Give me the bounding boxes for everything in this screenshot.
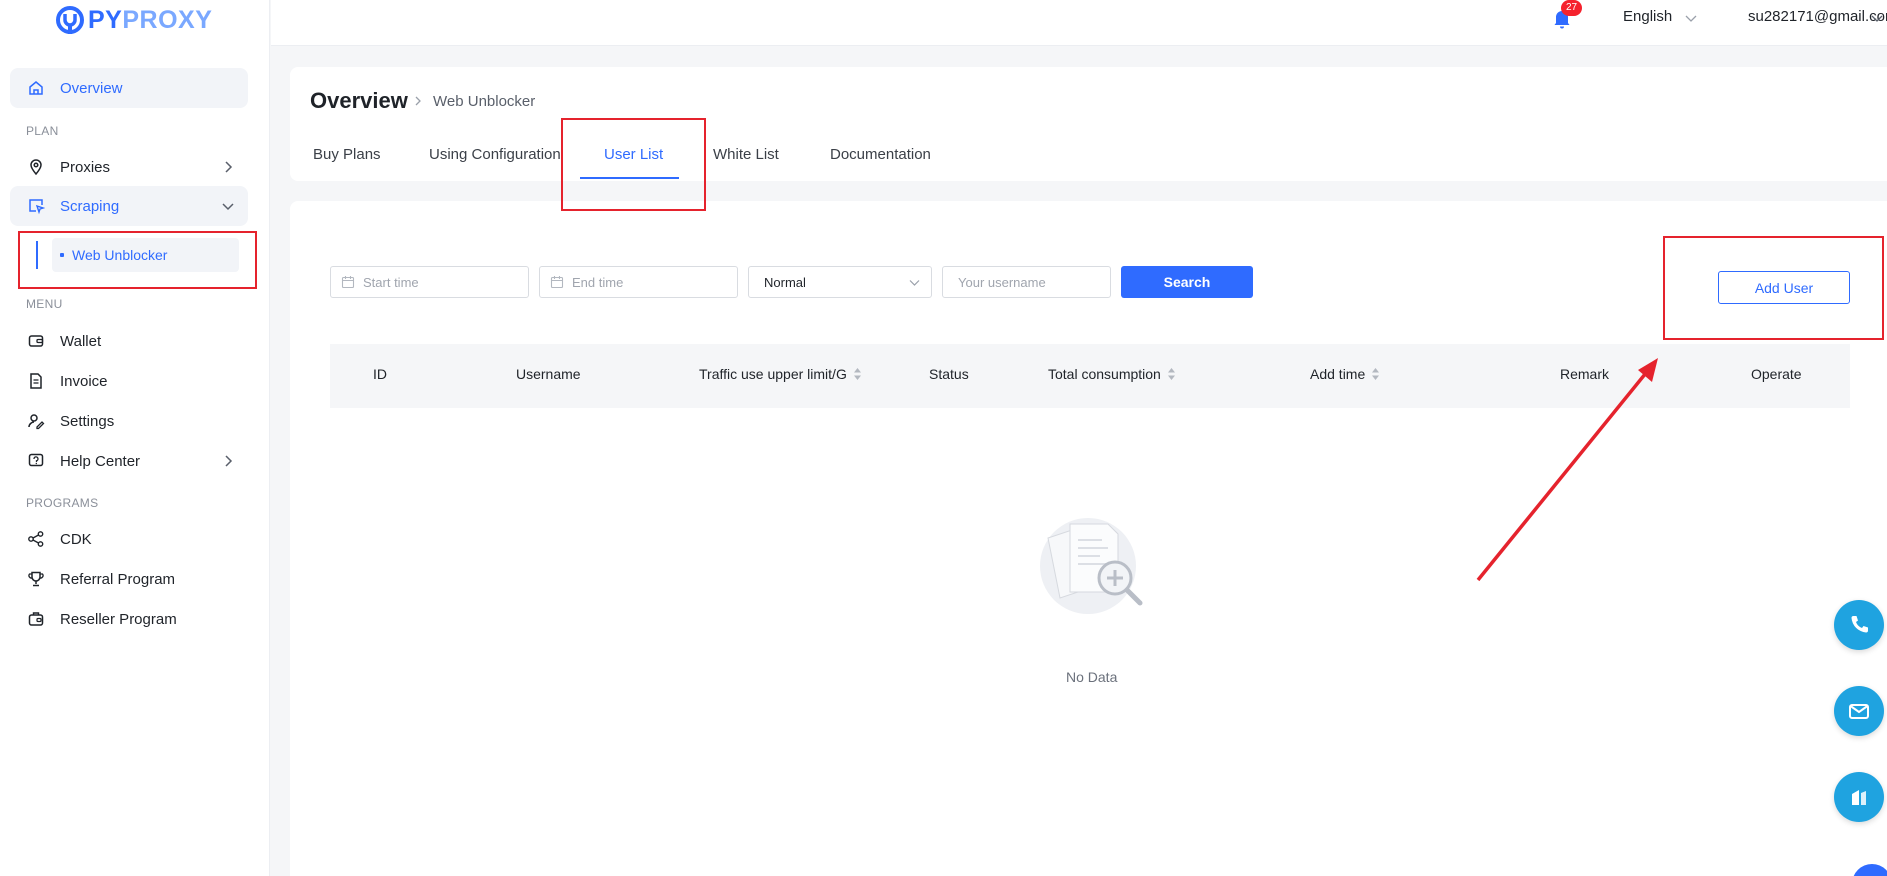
sidebar-item-label: CDK xyxy=(60,530,92,548)
sort-icon[interactable] xyxy=(853,367,862,381)
phone-icon xyxy=(1851,616,1868,633)
column-header-operate: Operate xyxy=(1751,366,1802,382)
chevron-down-icon[interactable] xyxy=(1870,11,1884,25)
column-header-add-time[interactable]: Add time xyxy=(1310,366,1380,382)
sort-icon[interactable] xyxy=(1167,367,1176,381)
tab-using-configuration[interactable]: Using Configuration xyxy=(429,146,561,163)
sidebar-item-help-center[interactable]: Help Center xyxy=(10,441,248,481)
language-selector[interactable]: English xyxy=(1623,8,1672,25)
sidebar-item-invoice[interactable]: Invoice xyxy=(10,361,248,401)
username-field[interactable] xyxy=(942,266,1111,298)
chevron-down-icon[interactable] xyxy=(1684,11,1698,25)
empty-state-text: No Data xyxy=(1066,669,1118,685)
logo-mark-icon xyxy=(56,6,84,34)
annotation-box-web-unblocker xyxy=(18,231,257,289)
sidebar: PYPROXY Overview PLAN Proxies Scraping W… xyxy=(0,0,270,876)
sidebar-item-label: Invoice xyxy=(60,372,108,390)
end-time-input[interactable] xyxy=(572,274,737,290)
tab-documentation[interactable]: Documentation xyxy=(830,146,931,163)
tab-buy-plans[interactable]: Buy Plans xyxy=(313,146,381,163)
share-icon xyxy=(26,529,46,549)
sidebar-item-label: Wallet xyxy=(60,332,102,350)
annotation-box-user-list xyxy=(561,118,706,211)
sidebar-item-wallet[interactable]: Wallet xyxy=(10,321,248,361)
section-label-programs: PROGRAMS xyxy=(26,496,99,510)
sidebar-item-overview[interactable]: Overview xyxy=(10,68,248,108)
document-icon xyxy=(26,371,46,391)
sidebar-item-label: Referral Program xyxy=(60,570,176,588)
empty-state-icon xyxy=(1040,518,1143,614)
email-contact-button[interactable] xyxy=(1834,686,1884,736)
logo[interactable]: PYPROXY xyxy=(54,2,212,38)
sidebar-item-referral-program[interactable]: Referral Program xyxy=(10,559,248,599)
calendar-icon xyxy=(550,276,564,289)
start-time-picker[interactable] xyxy=(330,266,529,298)
column-header-traffic-limit[interactable]: Traffic use upper limit/G xyxy=(699,366,862,382)
chevron-right-icon xyxy=(225,161,233,173)
sidebar-item-label: Overview xyxy=(60,79,123,97)
sidebar-item-cdk[interactable]: CDK xyxy=(10,519,248,559)
section-label-menu: MENU xyxy=(26,297,63,311)
username-input[interactable] xyxy=(958,274,1110,290)
chevron-right-icon xyxy=(415,96,421,106)
annotation-arrow xyxy=(1476,358,1658,582)
status-select[interactable]: Normal xyxy=(748,266,932,298)
column-header-username: Username xyxy=(516,366,581,382)
building-icon xyxy=(1852,790,1866,805)
column-header-id: ID xyxy=(373,366,387,382)
section-label-plan: PLAN xyxy=(26,124,59,138)
annotation-box-add-user xyxy=(1663,236,1884,340)
app-contact-button[interactable] xyxy=(1834,772,1884,822)
page-title: Overview xyxy=(310,88,408,113)
sidebar-item-scraping[interactable]: Scraping xyxy=(10,186,248,226)
logo-text: PYPROXY xyxy=(88,5,213,34)
breadcrumb[interactable]: Web Unblocker xyxy=(433,93,535,110)
home-icon xyxy=(26,78,46,98)
page-header xyxy=(290,67,1887,181)
chevron-down-icon xyxy=(222,203,234,211)
sidebar-item-label: Settings xyxy=(60,412,115,430)
help-icon xyxy=(26,451,46,471)
email-icon xyxy=(1849,704,1869,719)
sidebar-item-settings[interactable]: Settings xyxy=(10,401,248,441)
status-select-value: Normal xyxy=(764,274,806,290)
sidebar-item-label: Reseller Program xyxy=(60,610,177,628)
sidebar-item-reseller-program[interactable]: Reseller Program xyxy=(10,599,248,639)
sidebar-item-proxies[interactable]: Proxies xyxy=(10,147,248,187)
chevron-right-icon xyxy=(225,455,233,467)
trophy-icon xyxy=(26,569,46,589)
sidebar-item-label: Scraping xyxy=(60,197,120,215)
phone-contact-button[interactable] xyxy=(1834,600,1884,650)
sort-icon[interactable] xyxy=(1371,367,1380,381)
briefcase-icon xyxy=(26,609,46,629)
column-header-status: Status xyxy=(929,366,969,382)
notification-badge: 27 xyxy=(1561,0,1583,16)
cursor-window-icon xyxy=(26,196,46,216)
tab-white-list[interactable]: White List xyxy=(713,146,779,163)
sidebar-item-label: Proxies xyxy=(60,158,111,176)
location-pin-icon xyxy=(26,157,46,177)
user-edit-icon xyxy=(26,411,46,431)
column-header-total-consumption[interactable]: Total consumption xyxy=(1048,366,1176,382)
start-time-input[interactable] xyxy=(363,274,528,290)
chevron-down-icon xyxy=(909,280,920,286)
account-menu[interactable]: su282171@gmail.com xyxy=(1748,8,1887,25)
wallet-icon xyxy=(26,331,46,351)
calendar-icon xyxy=(341,276,355,289)
end-time-picker[interactable] xyxy=(539,266,738,298)
search-button[interactable]: Search xyxy=(1121,266,1253,298)
sidebar-item-label: Help Center xyxy=(60,452,141,470)
